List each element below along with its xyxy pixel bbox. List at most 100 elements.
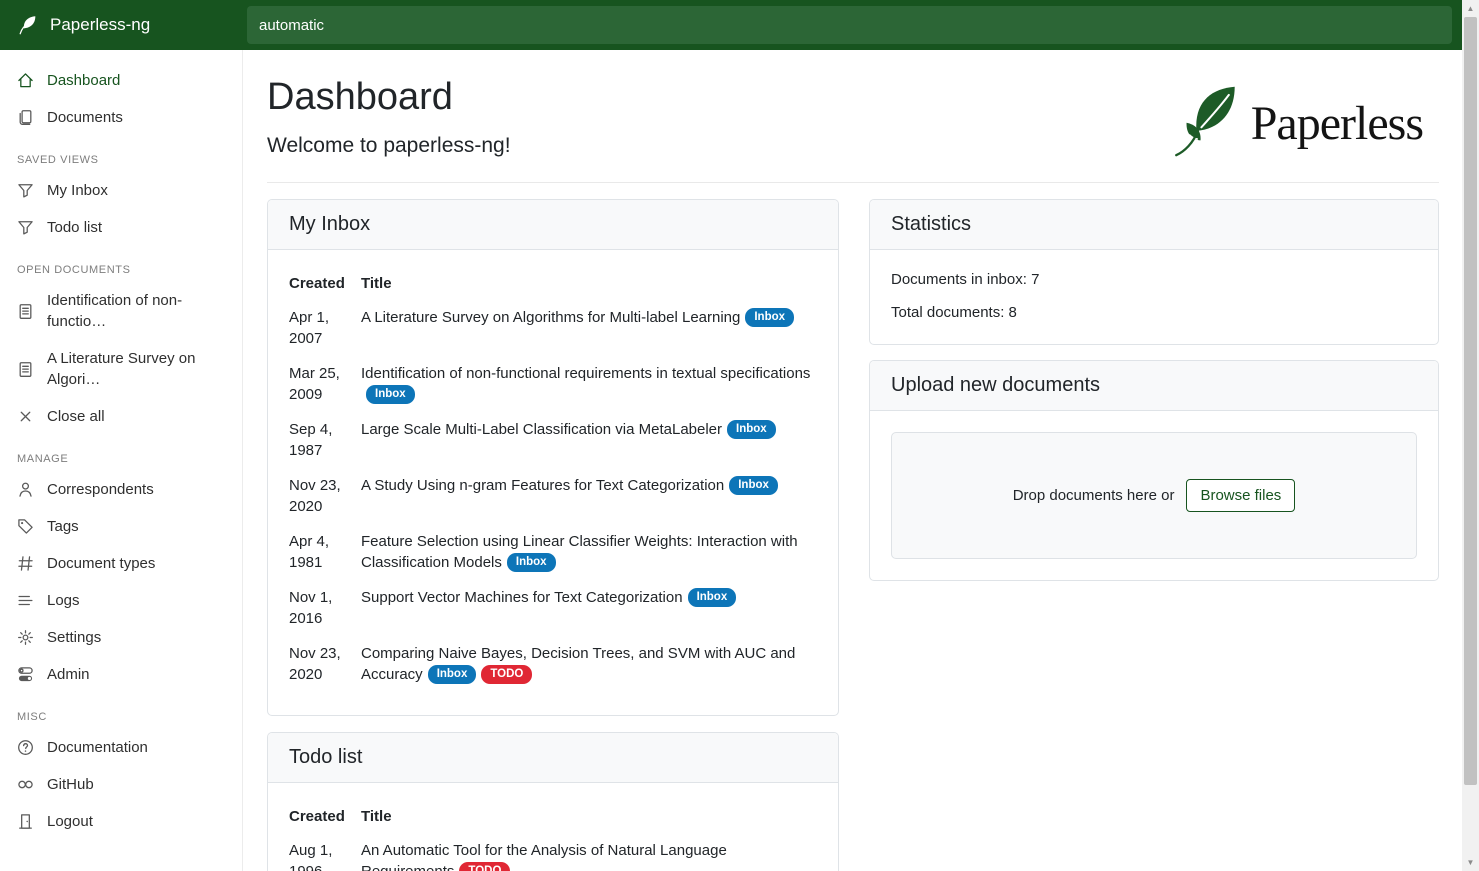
doc-title-link[interactable]: Comparing Naive Bayes, Decision Trees, a…	[361, 645, 795, 683]
table-row: Apr 4, 1981Feature Selection using Linea…	[289, 526, 817, 582]
header-divider	[267, 182, 1439, 183]
sidebar-item-close-all[interactable]: Close all	[0, 398, 242, 435]
doc-created: Mar 25, 2009	[289, 358, 361, 414]
documents-icon	[17, 109, 34, 126]
sidebar-item-identification-of-non-functio[interactable]: Identification of non-functio…	[0, 282, 242, 340]
sidebar-item-admin[interactable]: Admin	[0, 656, 242, 693]
tag-badge-todo[interactable]: TODO	[481, 665, 532, 684]
sidebar-item-document-types[interactable]: Document types	[0, 545, 242, 582]
table-row: Nov 23, 2020A Study Using n-gram Feature…	[289, 470, 817, 526]
sidebar: Dashboard Documents SAVED VIEWS My Inbox Tod…	[0, 50, 243, 871]
statistics-line: Documents in inbox: 7	[891, 271, 1417, 288]
sidebar-section-manage: MANAGE	[0, 453, 242, 465]
scrollbar-thumb[interactable]	[1464, 17, 1477, 785]
tag-badge-todo[interactable]: TODO	[459, 862, 510, 871]
hash-icon	[17, 555, 34, 572]
file-icon	[17, 303, 34, 320]
logo-wordmark: Paperless	[1251, 96, 1423, 151]
gear-icon	[17, 629, 34, 646]
tag-badge-inbox[interactable]: Inbox	[688, 588, 737, 607]
sidebar-item-a-literature-survey-on-algori[interactable]: A Literature Survey on Algori…	[0, 340, 242, 398]
filter-icon	[17, 219, 34, 236]
sidebar-item-label: Close all	[47, 406, 105, 427]
inbox-table: Created Title Apr 1, 2007A Literature Su…	[289, 271, 817, 694]
statistics-line: Total documents: 8	[891, 304, 1417, 321]
tag-badge-inbox[interactable]: Inbox	[366, 385, 415, 404]
sidebar-section-saved-views: SAVED VIEWS	[0, 154, 242, 166]
doc-title-link[interactable]: Feature Selection using Linear Classifie…	[361, 533, 798, 571]
question-icon	[17, 739, 34, 756]
scroll-up-arrow[interactable]: ▲	[1462, 0, 1479, 17]
search-input[interactable]	[247, 6, 1452, 44]
sidebar-item-label: Dashboard	[47, 70, 120, 91]
tag-badge-inbox[interactable]: Inbox	[727, 420, 776, 439]
doc-title-link[interactable]: Support Vector Machines for Text Categor…	[361, 589, 683, 606]
brand-label: Paperless-ng	[50, 15, 150, 35]
table-row: Aug 1, 1996An Automatic Tool for the Ana…	[289, 835, 817, 871]
doc-title-link[interactable]: An Automatic Tool for the Analysis of Na…	[361, 842, 727, 871]
scroll-down-arrow[interactable]: ▼	[1462, 854, 1479, 871]
table-row: Sep 4, 1987Large Scale Multi-Label Class…	[289, 414, 817, 470]
doc-title-link[interactable]: Large Scale Multi-Label Classification v…	[361, 421, 722, 438]
leaf-icon	[17, 14, 39, 36]
tag-badge-inbox[interactable]: Inbox	[729, 476, 778, 495]
column-header-created: Created	[289, 271, 361, 302]
sidebar-item-settings[interactable]: Settings	[0, 619, 242, 656]
column-header-title: Title	[361, 271, 817, 302]
tag-badge-inbox[interactable]: Inbox	[507, 553, 556, 572]
filter-icon	[17, 182, 34, 199]
tag-icon	[17, 518, 34, 535]
search-wrap	[243, 0, 1462, 50]
doc-title-link[interactable]: A Study Using n-gram Features for Text C…	[361, 477, 724, 494]
table-row: Nov 23, 2020Comparing Naive Bayes, Decis…	[289, 638, 817, 694]
page-scrollbar[interactable]: ▲ ▼	[1462, 0, 1479, 871]
doc-created: Sep 4, 1987	[289, 414, 361, 470]
sidebar-item-label: Settings	[47, 627, 101, 648]
sidebar-item-label: Document types	[47, 553, 155, 574]
sidebar-section-open-documents: OPEN DOCUMENTS	[0, 264, 242, 276]
sidebar-item-logs[interactable]: Logs	[0, 582, 242, 619]
sidebar-item-label: Admin	[47, 664, 90, 685]
tag-badge-inbox[interactable]: Inbox	[428, 665, 477, 684]
sidebar-item-label: Logs	[47, 590, 80, 611]
list-icon	[17, 592, 34, 609]
top-navbar: Paperless-ng	[0, 0, 1462, 50]
doc-title-link[interactable]: A Literature Survey on Algorithms for Mu…	[361, 309, 740, 326]
toggles-icon	[17, 666, 34, 683]
todo-card-title: Todo list	[268, 733, 838, 783]
sidebar-item-dashboard[interactable]: Dashboard	[0, 62, 242, 99]
todo-table: Created Title Aug 1, 1996An Automatic To…	[289, 804, 817, 871]
doc-title-link[interactable]: Identification of non-functional require…	[361, 365, 810, 382]
sidebar-item-label: Identification of non-functio…	[47, 290, 225, 332]
column-header-created: Created	[289, 804, 361, 835]
paperless-leaf-icon	[1169, 82, 1241, 165]
sidebar-item-my-inbox[interactable]: My Inbox	[0, 172, 242, 209]
close-icon	[17, 408, 34, 425]
sidebar-item-logout[interactable]: Logout	[0, 803, 242, 840]
sidebar-item-label: Logout	[47, 811, 93, 832]
dropzone-text: Drop documents here or	[1013, 487, 1175, 504]
sidebar-item-label: Documents	[47, 107, 123, 128]
sidebar-item-documents[interactable]: Documents	[0, 99, 242, 136]
upload-card: Upload new documents Drop documents here…	[869, 360, 1439, 581]
sidebar-item-label: A Literature Survey on Algori…	[47, 348, 225, 390]
sidebar-item-tags[interactable]: Tags	[0, 508, 242, 545]
sidebar-item-correspondents[interactable]: Correspondents	[0, 471, 242, 508]
page-subtitle: Welcome to paperless-ng!	[267, 134, 511, 158]
sidebar-item-documentation[interactable]: Documentation	[0, 729, 242, 766]
home-icon	[17, 72, 34, 89]
tag-badge-inbox[interactable]: Inbox	[745, 308, 794, 327]
upload-dropzone[interactable]: Drop documents here or Browse files	[891, 432, 1417, 559]
doc-created: Apr 4, 1981	[289, 526, 361, 582]
statistics-card-title: Statistics	[870, 200, 1438, 250]
paperless-logo: Paperless	[1169, 82, 1439, 165]
browse-files-button[interactable]: Browse files	[1186, 479, 1295, 512]
table-row: Apr 1, 2007A Literature Survey on Algori…	[289, 302, 817, 358]
doc-created: Nov 23, 2020	[289, 470, 361, 526]
app-brand[interactable]: Paperless-ng	[0, 0, 243, 50]
sidebar-item-label: Todo list	[47, 217, 102, 238]
sidebar-item-todo-list[interactable]: Todo list	[0, 209, 242, 246]
doc-created: Nov 23, 2020	[289, 638, 361, 694]
person-icon	[17, 481, 34, 498]
sidebar-item-github[interactable]: GitHub	[0, 766, 242, 803]
